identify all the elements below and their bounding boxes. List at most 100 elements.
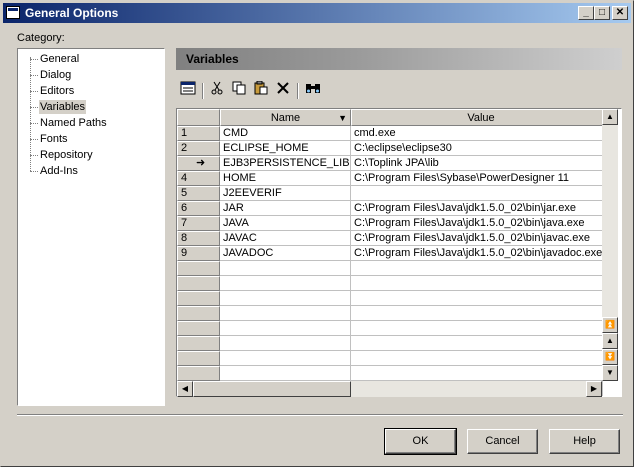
help-button[interactable]: Help (549, 429, 620, 454)
value-cell[interactable]: C:\Program Files\Java\jdk1.5.0_02\bin\ja… (351, 216, 603, 231)
row-header[interactable] (177, 321, 220, 336)
name-cell[interactable]: JAR (220, 201, 351, 216)
name-cell[interactable]: JAVA (220, 216, 351, 231)
variables-grid[interactable]: Name ▼ Value 1 CMD cmd.exe 2 ECLIPSE_HOME C:\… (176, 108, 622, 397)
window-icon (6, 6, 20, 19)
value-cell[interactable] (351, 366, 603, 381)
name-cell[interactable] (220, 276, 351, 291)
ok-button[interactable]: OK (384, 428, 457, 455)
name-cell[interactable]: JAVAC (220, 231, 351, 246)
tree-connector (30, 91, 38, 92)
name-cell[interactable]: J2EEVERIF (220, 186, 351, 201)
category-item-editors[interactable]: Editors (39, 84, 75, 98)
title-bar[interactable]: General Options _ □ ✕ (3, 3, 631, 23)
row-header[interactable] (177, 291, 220, 306)
name-cell[interactable] (220, 306, 351, 321)
category-item-add-ins[interactable]: Add-Ins (39, 164, 79, 178)
close-button[interactable]: ✕ (612, 6, 628, 20)
row-header[interactable] (177, 261, 220, 276)
value-cell[interactable]: C:\Program Files\Sybase\PowerDesigner 11 (351, 171, 603, 186)
tree-connector (30, 59, 38, 60)
value-cell[interactable]: C:\Program Files\Java\jdk1.5.0_02\bin\ja… (351, 201, 603, 216)
name-cell[interactable]: JAVADOC (220, 246, 351, 261)
section-header: Variables (176, 48, 622, 70)
vertical-scrollbar[interactable]: ▲ ⏫ ▲ ⏬ ▼ (602, 109, 618, 381)
value-cell[interactable] (351, 306, 603, 321)
value-cell[interactable] (351, 321, 603, 336)
category-item-fonts[interactable]: Fonts (39, 132, 69, 146)
maximize-button[interactable]: □ (594, 6, 610, 20)
tree-connector (30, 123, 38, 124)
find-icon[interactable] (303, 81, 323, 101)
category-tree[interactable]: General Dialog Editors Variables Named Paths… (17, 48, 165, 406)
cut-icon[interactable] (207, 81, 227, 101)
name-cell[interactable]: ECLIPSE_HOME (220, 141, 351, 156)
value-cell[interactable] (351, 186, 603, 201)
value-column-header[interactable]: Value (351, 109, 611, 126)
row-header[interactable]: 7 (177, 216, 220, 231)
name-cell[interactable]: EJB3PERSISTENCE_LIB (220, 156, 351, 171)
name-cell[interactable]: CMD (220, 126, 351, 141)
toolbar-separator (202, 83, 204, 99)
row-header[interactable] (177, 336, 220, 351)
footer-divider (17, 414, 623, 416)
row-header[interactable]: 5 (177, 186, 220, 201)
value-cell[interactable] (351, 261, 603, 276)
category-item-repository[interactable]: Repository (39, 148, 94, 162)
copy-icon[interactable] (229, 81, 249, 101)
scroll-top-button[interactable]: ⏫ (602, 317, 618, 333)
minimize-button[interactable]: _ (578, 6, 594, 20)
value-cell[interactable] (351, 291, 603, 306)
row-header[interactable]: ➜ (177, 156, 220, 171)
value-cell[interactable] (351, 276, 603, 291)
row-header[interactable]: 1 (177, 126, 220, 141)
category-item-named-paths[interactable]: Named Paths (39, 116, 108, 130)
row-header[interactable]: 4 (177, 171, 220, 186)
value-cell[interactable]: cmd.exe (351, 126, 603, 141)
name-cell[interactable] (220, 291, 351, 306)
row-header[interactable] (177, 351, 220, 366)
category-item-general[interactable]: General (39, 52, 80, 66)
category-item-variables[interactable]: Variables (39, 100, 87, 114)
scroll-right-button[interactable]: ▶ (586, 381, 602, 397)
scroll-up-button[interactable]: ▲ (602, 109, 618, 125)
value-cell[interactable]: C:\Program Files\Java\jdk1.5.0_02\bin\ja… (351, 246, 603, 261)
row-header[interactable] (177, 306, 220, 321)
tree-connector (30, 155, 38, 156)
scroll-bottom-button[interactable]: ⏬ (602, 349, 618, 365)
window-title: General Options (25, 6, 119, 20)
name-cell[interactable] (220, 321, 351, 336)
name-cell[interactable] (220, 366, 351, 381)
delete-icon[interactable] (273, 81, 293, 101)
properties-icon[interactable] (178, 81, 198, 101)
name-cell[interactable] (220, 336, 351, 351)
grid-corner-header (177, 109, 220, 126)
row-header[interactable]: 8 (177, 231, 220, 246)
value-cell[interactable] (351, 336, 603, 351)
horizontal-scroll-thumb[interactable] (193, 381, 351, 397)
value-cell[interactable]: C:\Toplink JPA\lib (351, 156, 603, 171)
row-header[interactable]: 9 (177, 246, 220, 261)
name-column-header[interactable]: Name ▼ (220, 109, 351, 126)
value-cell[interactable] (351, 351, 603, 366)
scroll-left-button[interactable]: ◀ (177, 381, 193, 397)
value-cell[interactable]: C:\Program Files\Java\jdk1.5.0_02\bin\ja… (351, 231, 603, 246)
row-header[interactable]: 2 (177, 141, 220, 156)
tree-connector (30, 107, 38, 108)
horizontal-scrollbar[interactable]: ◀ ▶ (177, 381, 602, 397)
row-header[interactable]: 6 (177, 201, 220, 216)
category-label: Category: (17, 32, 65, 44)
name-cell[interactable] (220, 261, 351, 276)
sort-dropdown-icon[interactable]: ▼ (338, 110, 347, 126)
scroll-page-up-button[interactable]: ▲ (602, 333, 618, 349)
category-item-dialog[interactable]: Dialog (39, 68, 72, 82)
name-cell[interactable]: HOME (220, 171, 351, 186)
name-column-label: Name (270, 112, 301, 124)
cancel-button[interactable]: Cancel (467, 429, 538, 454)
value-cell[interactable]: C:\eclipse\eclipse30 (351, 141, 603, 156)
paste-icon[interactable] (251, 80, 271, 101)
row-header[interactable] (177, 276, 220, 291)
name-cell[interactable] (220, 351, 351, 366)
scroll-down-button[interactable]: ▼ (602, 365, 618, 381)
row-header[interactable] (177, 366, 220, 381)
